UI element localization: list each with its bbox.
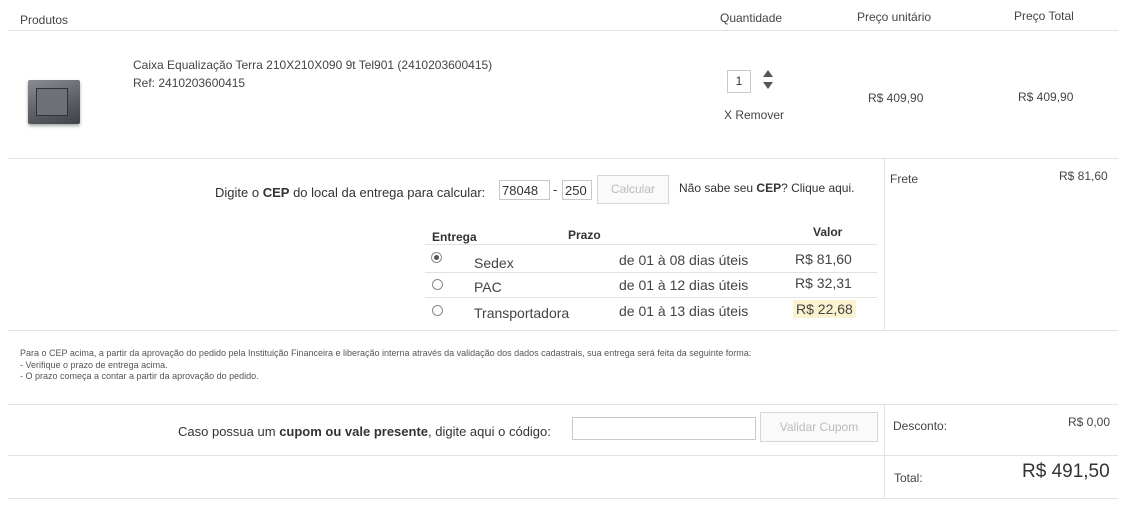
desconto-label: Desconto: [893, 419, 948, 433]
cep-part2-input[interactable]: 250 [562, 180, 592, 200]
validate-coupon-button[interactable]: Validar Cupom [760, 412, 878, 442]
coupon-prompt: Caso possua um cupom ou vale presente, d… [178, 424, 551, 439]
shipping-valor-transportadora: R$ 22,68 [793, 300, 856, 318]
cep-part1-input[interactable]: 78048 [499, 180, 550, 200]
unit-price: R$ 409,90 [868, 91, 924, 105]
product-thumbnail[interactable] [28, 80, 80, 124]
notice-line-2: - Verifique o prazo de entrega acima. [20, 360, 168, 370]
frete-column-divider [884, 158, 885, 330]
cep-prompt-suffix: do local da entrega para calcular: [293, 185, 486, 200]
coupon-prompt-bold: cupom ou vale presente [279, 424, 429, 439]
product-ref: Ref: 2410203600415 [133, 76, 246, 90]
cep-separator: - [553, 182, 558, 197]
quantity-input[interactable]: 1 [727, 70, 751, 93]
cep-prompt-bold: CEP [262, 185, 290, 200]
shipping-radio-transportadora[interactable] [432, 305, 443, 316]
notice-line-1: Para o CEP acima, a partir da aprovação … [20, 348, 752, 358]
shipping-valor-sedex: R$ 81,60 [795, 251, 852, 267]
header-produtos: Produtos [20, 13, 69, 27]
total-value: R$ 491,50 [1022, 461, 1110, 482]
summary-column-divider [884, 404, 885, 498]
desconto-value: R$ 0,00 [1068, 415, 1111, 429]
coupon-prompt-prefix: Caso possua um [178, 424, 276, 439]
quantity-down-icon[interactable] [763, 82, 773, 89]
product-divider [8, 158, 1118, 159]
cep-help-link[interactable]: Não sabe seu CEP? Clique aqui. [679, 181, 854, 195]
shipping-row-divider [425, 297, 877, 298]
header-quantidade: Quantidade [720, 11, 783, 25]
header-divider [8, 30, 1118, 31]
header-preco-unitario: Preço unitário [857, 10, 932, 24]
shipping-section-divider [8, 330, 1118, 331]
shipping-header-prazo: Prazo [568, 228, 601, 242]
product-name[interactable]: Caixa Equalização Terra 210X210X090 9t T… [133, 58, 492, 72]
shipping-header-entrega: Entrega [432, 230, 477, 244]
shipping-row-divider [425, 272, 877, 273]
coupon-divider [8, 455, 1118, 456]
cep-help-bold: CEP [756, 181, 782, 195]
shipping-header-divider [425, 244, 877, 245]
notice-divider [8, 404, 1118, 405]
total-price: R$ 409,90 [1018, 90, 1074, 104]
cep-prompt: Digite o CEP do local da entrega para ca… [215, 185, 485, 200]
shipping-valor-pac: R$ 32,31 [795, 275, 852, 291]
remove-link[interactable]: X Remover [724, 108, 784, 122]
bottom-divider [8, 498, 1118, 499]
shipping-prazo-transportadora: de 01 à 13 dias úteis [619, 303, 749, 319]
shipping-prazo-sedex: de 01 à 08 dias úteis [619, 252, 749, 268]
coupon-input[interactable] [572, 417, 756, 440]
frete-value: R$ 81,60 [1059, 169, 1108, 183]
coupon-prompt-suffix: , digite aqui o código: [428, 424, 551, 439]
frete-label: Frete [890, 172, 919, 186]
cep-help-suffix: ? Clique aqui. [781, 181, 855, 195]
cep-help-prefix: Não sabe seu [679, 181, 754, 195]
shipping-name-pac: PAC [474, 279, 502, 295]
header-preco-total: Preço Total [1014, 9, 1074, 23]
shipping-radio-sedex[interactable] [431, 252, 442, 263]
calculate-button[interactable]: Calcular [597, 175, 669, 204]
cep-prompt-prefix: Digite o [215, 185, 260, 200]
quantity-up-icon[interactable] [763, 70, 773, 77]
shipping-name-sedex: Sedex [474, 255, 514, 271]
total-label: Total: [894, 471, 923, 485]
shipping-name-transportadora: Transportadora [474, 305, 570, 321]
shipping-radio-pac[interactable] [432, 279, 443, 290]
shipping-header-valor: Valor [813, 225, 843, 239]
shipping-prazo-pac: de 01 à 12 dias úteis [619, 277, 749, 293]
notice-line-3: - O prazo começa a contar a partir da ap… [20, 371, 259, 381]
